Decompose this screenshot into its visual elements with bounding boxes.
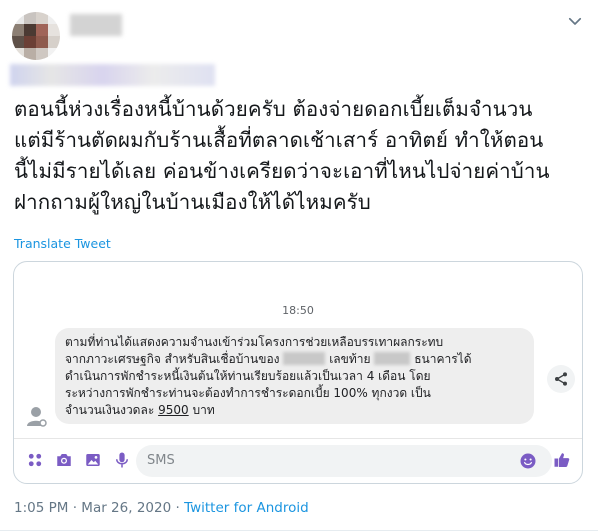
share-button[interactable] [547, 365, 575, 393]
tweet-date[interactable]: Mar 26, 2020 [81, 500, 171, 516]
sms-line: จากภาวะเศรษฐกิจ สำหรับสินเชื่อบ้านของ เล… [65, 352, 472, 366]
tweet-time[interactable]: 1:05 PM [14, 500, 68, 516]
translate-tweet-link[interactable]: Translate Tweet [14, 236, 111, 251]
user-handle-redacted[interactable] [10, 64, 215, 86]
user-display-name-redacted[interactable] [70, 14, 122, 36]
tweet-text-line: นี้ไม่มีรายได้เลย ค่อนข้างเครียดว่าจะเอา… [14, 159, 550, 183]
apps-icon[interactable] [26, 451, 44, 469]
tweet-text-line: ตอนนี้ห่วงเรื่องหนี้บ้านด้วยครับ ต้องจ่า… [14, 97, 533, 121]
meta-separator: · [175, 500, 180, 516]
chevron-down-icon[interactable] [566, 12, 584, 30]
tweet-text: ตอนนี้ห่วงเรื่องหนี้บ้านด้วยครับ ต้องจ่า… [14, 94, 589, 218]
sms-timestamp: 18:50 [282, 304, 314, 317]
sms-line: จำนวนเงินงวดละ 9500 บาท [65, 403, 215, 417]
share-icon [555, 372, 567, 386]
user-avatar[interactable] [12, 12, 60, 60]
thumbs-up-icon[interactable] [553, 451, 571, 469]
meta-separator: · [72, 500, 77, 516]
sms-amount: 9500 [158, 403, 189, 417]
camera-icon[interactable] [55, 451, 73, 469]
redacted-account-number [374, 352, 411, 365]
sms-message-bubble: ตามที่ท่านได้แสดงความจำนงเข้าร่วมโครงการ… [55, 328, 534, 424]
sms-line: ดำเนินการพักชำระหนี้เงินต้นให้ท่านเรียบร… [65, 369, 431, 383]
tweet-metadata: 1:05 PM · Mar 26, 2020 · Twitter for And… [14, 500, 309, 516]
tweet-source-link[interactable]: Twitter for Android [184, 500, 309, 516]
microphone-icon[interactable] [113, 451, 131, 469]
sms-compose-bar: SMS [14, 438, 582, 483]
redacted-name [283, 352, 326, 365]
divider [0, 530, 598, 531]
tweet-text-line: ฝากถามผู้ใหญ่ในบ้านเมืองให้ได้ไหมครับ [14, 190, 371, 214]
emoji-icon[interactable] [519, 452, 537, 470]
sms-input[interactable]: SMS [136, 445, 552, 477]
sms-line: ตามที่ท่านได้แสดงความจำนงเข้าร่วมโครงการ… [65, 335, 444, 349]
contact-avatar-icon [27, 407, 47, 427]
attached-image[interactable]: 18:50 ตามที่ท่านได้แสดงความจำนงเข้าร่วมโ… [13, 261, 583, 484]
gallery-icon[interactable] [84, 451, 102, 469]
tweet-text-line: แต่มีร้านตัดผมกับร้านเสื้อที่ตลาดเช้าเสา… [14, 128, 544, 152]
sms-line: ระหว่างการพักชำระท่านจะต้องทำการชำระดอกเ… [65, 386, 431, 400]
